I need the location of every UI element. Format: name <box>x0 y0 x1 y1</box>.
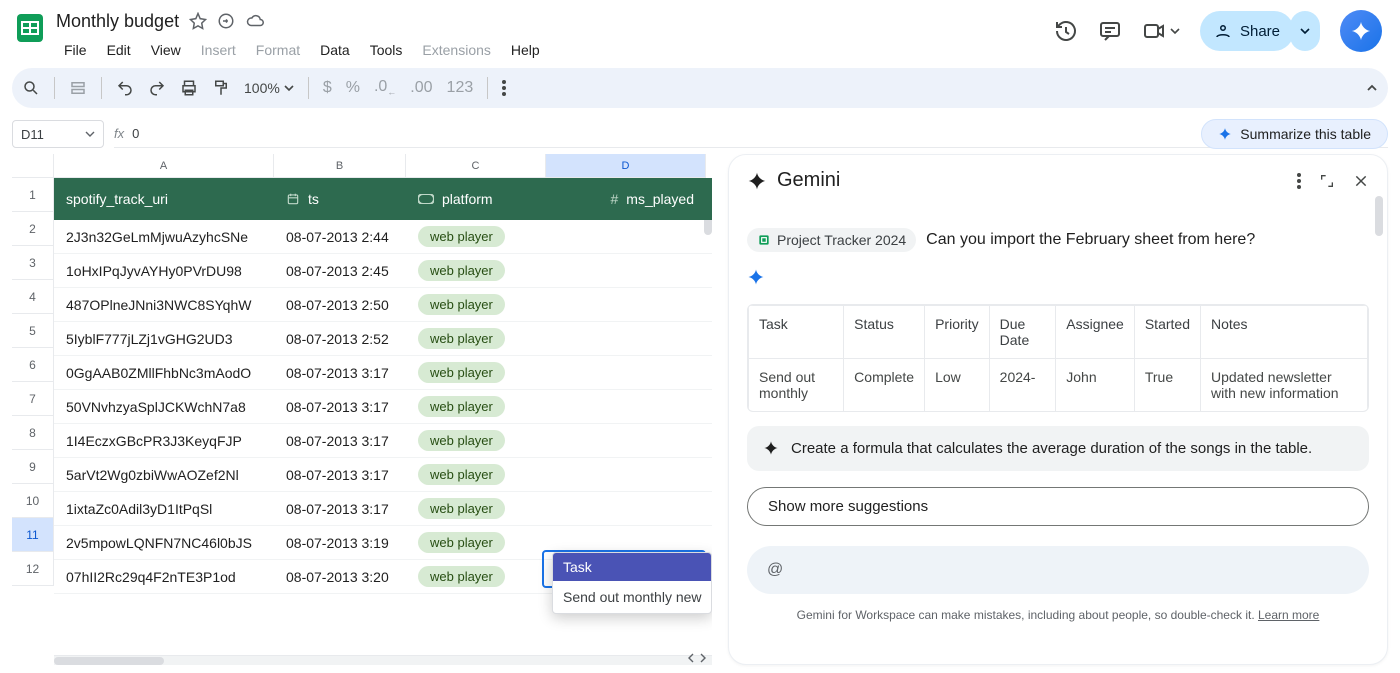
row-header-9[interactable]: 9 <box>12 450 53 484</box>
column-header-C[interactable]: C <box>406 154 546 177</box>
row-header-1[interactable]: 1 <box>12 178 53 212</box>
sheet-nav-right-icon[interactable] <box>698 653 708 663</box>
menu-edit[interactable]: Edit <box>99 38 139 62</box>
gemini-panel: Gemini Project Tracker 2024 Can you impo… <box>728 154 1388 665</box>
menu-file[interactable]: File <box>56 38 95 62</box>
move-icon[interactable] <box>217 12 235 30</box>
menu-tools[interactable]: Tools <box>362 38 411 62</box>
show-more-suggestions-button[interactable]: Show more suggestions <box>747 487 1369 526</box>
gemini-compose-input[interactable]: @ <box>747 546 1369 594</box>
filter-views-icon[interactable] <box>69 79 87 97</box>
gemini-title: Gemini <box>777 169 840 192</box>
cell-preview-popover: Task Send out monthly new <box>552 552 712 614</box>
user-prompt: Can you import the February sheet from h… <box>926 231 1255 249</box>
table-row[interactable]: 2J3n32GeLmMjwuAzyhcSNe08-07-2013 2:44web… <box>54 220 712 254</box>
sparkle-icon <box>747 268 1369 286</box>
horizontal-scrollbar[interactable] <box>54 655 712 665</box>
name-box[interactable]: D11 <box>12 120 104 148</box>
row-header-8[interactable]: 8 <box>12 416 53 450</box>
share-button[interactable]: Share <box>1200 11 1294 51</box>
panel-expand-icon[interactable] <box>1319 173 1335 189</box>
undo-icon[interactable] <box>116 79 134 97</box>
menu-help[interactable]: Help <box>503 38 548 62</box>
row-header-11[interactable]: 11 <box>12 518 53 552</box>
panel-scrollbar[interactable] <box>1375 196 1383 236</box>
column-header-A[interactable]: A <box>54 154 274 177</box>
menu-insert: Insert <box>193 38 244 62</box>
chip-icon <box>418 194 434 204</box>
redo-icon[interactable] <box>148 79 166 97</box>
paint-format-icon[interactable] <box>212 79 230 97</box>
source-chip[interactable]: Project Tracker 2024 <box>747 228 916 252</box>
hash-icon: # <box>611 191 619 207</box>
gemini-result-table: TaskStatusPriorityDue DateAssigneeStarte… <box>747 304 1369 412</box>
menu-extensions: Extensions <box>414 38 498 62</box>
overflow-icon[interactable] <box>502 80 506 96</box>
column-header-B[interactable]: B <box>274 154 406 177</box>
table-row[interactable]: 1I4EczxGBcPR3J3KeyqFJP08-07-2013 3:17web… <box>54 424 712 458</box>
summarize-button[interactable]: Summarize this table <box>1201 119 1388 149</box>
table-row[interactable]: 1ixtaZc0Adil3yD1ItPqSl08-07-2013 3:17web… <box>54 492 712 526</box>
select-all-corner[interactable] <box>12 154 54 177</box>
history-icon[interactable] <box>1054 19 1078 43</box>
gemini-launcher-icon[interactable] <box>1340 10 1382 52</box>
column-header-D[interactable]: D <box>546 154 706 177</box>
row-header-3[interactable]: 3 <box>12 246 53 280</box>
table-row[interactable]: 1oHxIPqJyvAYHy0PVrDU9808-07-2013 2:45web… <box>54 254 712 288</box>
table-header-row: spotify_track_uri ts platform #ms_played <box>54 178 712 220</box>
gemini-disclaimer: Gemini for Workspace can make mistakes, … <box>747 608 1369 622</box>
share-dropdown[interactable] <box>1290 11 1320 51</box>
formula-input[interactable]: 0 <box>132 126 139 141</box>
learn-more-link[interactable]: Learn more <box>1258 608 1319 622</box>
sheet-nav-left-icon[interactable] <box>686 653 696 663</box>
panel-close-icon[interactable] <box>1353 173 1369 189</box>
row-header-6[interactable]: 6 <box>12 348 53 382</box>
table-row[interactable]: 487OPlneJNni3NWC8SYqhW08-07-2013 2:50web… <box>54 288 712 322</box>
menu-data[interactable]: Data <box>312 38 358 62</box>
sheets-logo[interactable] <box>12 10 48 46</box>
zoom-select[interactable]: 100% <box>244 80 294 96</box>
row-header-12[interactable]: 12 <box>12 552 53 586</box>
menu-format: Format <box>248 38 308 62</box>
meet-icon[interactable] <box>1142 19 1180 43</box>
row-header-10[interactable]: 10 <box>12 484 53 518</box>
row-header-4[interactable]: 4 <box>12 280 53 314</box>
format-currency-icon[interactable]: $ <box>323 79 332 97</box>
print-icon[interactable] <box>180 79 198 97</box>
suggestion-card[interactable]: Create a formula that calculates the ave… <box>747 426 1369 471</box>
decrease-decimal-icon[interactable]: .0← <box>374 78 396 97</box>
collapse-toolbar-icon[interactable] <box>1366 82 1378 94</box>
toolbar: 100% $ % .0← .00 123 <box>12 68 1388 108</box>
gemini-icon <box>747 171 767 191</box>
panel-more-icon[interactable] <box>1297 173 1301 189</box>
menu-view[interactable]: View <box>143 38 189 62</box>
table-row[interactable]: 5arVt2Wg0zbiWwAOZef2Nl08-07-2013 3:17web… <box>54 458 712 492</box>
doc-title[interactable]: Monthly budget <box>56 11 179 32</box>
table-row[interactable]: 0GgAAB0ZMllFhbNc3mAodO08-07-2013 3:17web… <box>54 356 712 390</box>
sparkle-icon <box>763 440 779 457</box>
comment-icon[interactable] <box>1098 19 1122 43</box>
row-header-7[interactable]: 7 <box>12 382 53 416</box>
star-icon[interactable] <box>189 12 207 30</box>
row-header-2[interactable]: 2 <box>12 212 53 246</box>
table-row[interactable]: 5IyblF777jLZj1vGHG2UD308-07-2013 2:52web… <box>54 322 712 356</box>
increase-decimal-icon[interactable]: .00 <box>410 79 432 97</box>
calendar-icon <box>286 192 300 206</box>
format-percent-icon[interactable]: % <box>346 79 360 97</box>
row-header-5[interactable]: 5 <box>12 314 53 348</box>
more-formats-button[interactable]: 123 <box>447 79 474 97</box>
table-row[interactable]: 50VNvhzyaSplJCKWchN7a808-07-2013 3:17web… <box>54 390 712 424</box>
cloud-icon[interactable] <box>245 12 265 30</box>
search-icon[interactable] <box>22 79 40 97</box>
fx-icon: fx <box>114 126 124 141</box>
spreadsheet[interactable]: A B C D 123456789101112 spotify_track_ur… <box>12 154 712 665</box>
